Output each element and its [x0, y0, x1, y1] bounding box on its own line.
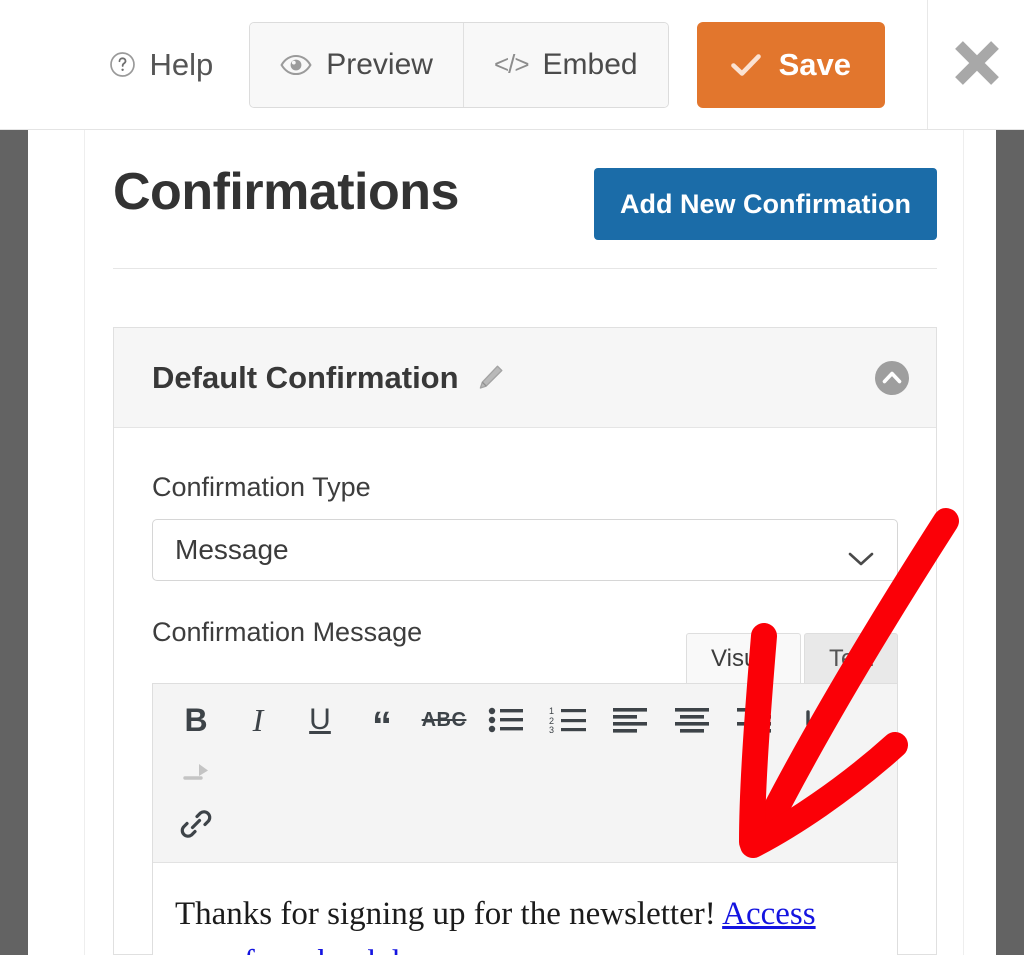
chevron-up-circle-icon[interactable]	[874, 360, 910, 396]
undo-icon[interactable]	[785, 694, 847, 746]
page-surface: Confirmations Add New Confirmation Defau…	[28, 130, 996, 955]
tab-visual[interactable]: Visual	[686, 633, 801, 683]
tab-text[interactable]: Text	[803, 633, 898, 683]
blockquote-icon[interactable]: “	[351, 694, 413, 746]
preview-button[interactable]: Preview	[250, 22, 463, 107]
preview-label: Preview	[326, 47, 433, 81]
top-toolbar: Help Preview </> Embed Save	[0, 0, 1024, 130]
confirmation-type-select[interactable]: Message	[152, 519, 898, 581]
numbered-list-icon[interactable]: 1 2 3	[537, 694, 599, 746]
align-left-icon[interactable]	[599, 694, 661, 746]
svg-text:1: 1	[549, 706, 554, 716]
preview-embed-group: Preview </> Embed	[249, 21, 669, 108]
question-circle-icon	[109, 51, 136, 78]
close-button[interactable]	[948, 34, 1006, 92]
rich-text-editor: B I U “ ABC 1 2 3 Thanks for signing up …	[152, 683, 898, 955]
code-brackets-icon: </>	[493, 49, 530, 79]
insert-link-icon[interactable]	[165, 798, 227, 850]
help-button[interactable]: Help	[109, 47, 213, 83]
app-root: Help Preview </> Embed Save Confirmation…	[0, 0, 1024, 955]
editor-toolbar: B I U “ ABC 1 2 3	[153, 684, 897, 863]
card-body: Confirmation Type Message Confirmation M…	[114, 428, 936, 955]
editor-plain-text: Thanks for signing up for the newsletter…	[175, 896, 723, 932]
confirmation-message-row: Confirmation Message Visual Text	[152, 617, 898, 683]
svg-text:3: 3	[549, 725, 554, 734]
bulleted-list-icon[interactable]	[475, 694, 537, 746]
page-content: Confirmations Add New Confirmation Defau…	[84, 130, 964, 955]
page-header: Confirmations Add New Confirmation	[85, 150, 965, 260]
right-overlay-strip	[996, 130, 1024, 955]
bold-icon[interactable]: B	[165, 694, 227, 746]
confirmation-type-value: Message	[175, 534, 289, 565]
save-label: Save	[778, 46, 851, 82]
add-new-confirmation-button[interactable]: Add New Confirmation	[594, 168, 937, 240]
confirmation-type-label: Confirmation Type	[152, 472, 371, 502]
strikethrough-icon[interactable]: ABC	[413, 694, 475, 746]
link-text-part-2: here	[384, 944, 449, 955]
pencil-icon[interactable]	[459, 363, 505, 393]
check-icon	[730, 53, 761, 77]
align-center-icon[interactable]	[661, 694, 723, 746]
embed-button[interactable]: </> Embed	[462, 22, 668, 107]
redo-icon[interactable]	[165, 746, 227, 798]
left-overlay-strip	[0, 130, 28, 955]
close-x-icon	[955, 41, 999, 85]
save-button[interactable]: Save	[696, 21, 885, 108]
header-divider	[113, 268, 937, 269]
card-header[interactable]: Default Confirmation	[114, 328, 936, 428]
help-label: Help	[149, 46, 214, 82]
editor-trailing-text: .	[449, 944, 457, 955]
editor-content[interactable]: Thanks for signing up for the newsletter…	[153, 863, 897, 955]
top-toolbar-actions: Help Preview </> Embed Save	[0, 0, 928, 129]
editor-mode-tabs: Visual Text	[686, 633, 898, 683]
embed-label: Embed	[542, 47, 638, 81]
card-title: Default Confirmation	[152, 359, 459, 395]
link-misspelled-word: ebook	[303, 944, 384, 955]
underline-icon[interactable]: U	[289, 694, 351, 746]
page-title: Confirmations	[113, 163, 459, 221]
eye-icon	[280, 54, 312, 76]
chevron-down-icon	[847, 542, 875, 566]
align-right-icon[interactable]	[723, 694, 785, 746]
italic-icon[interactable]: I	[227, 694, 289, 746]
default-confirmation-card: Default Confirmation Confirmation Type M…	[113, 327, 937, 955]
confirmation-message-label: Confirmation Message	[152, 617, 423, 647]
